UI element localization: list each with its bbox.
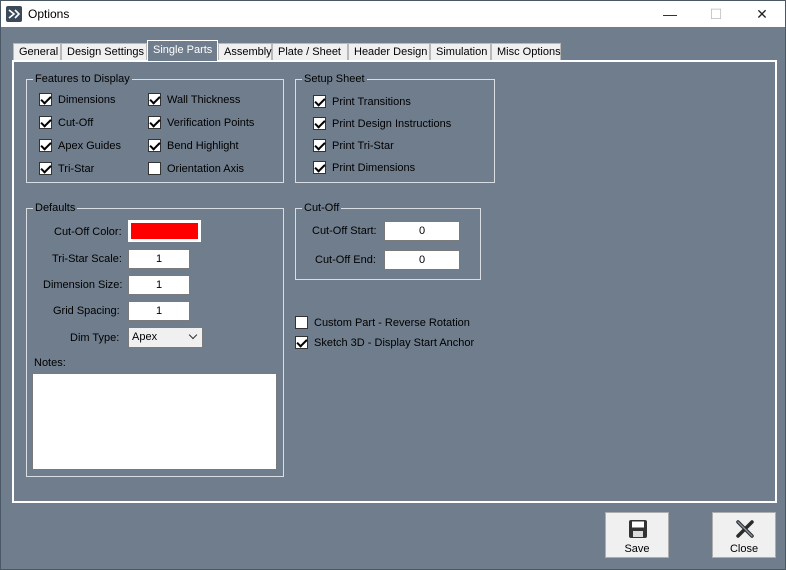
minimize-icon: — [663, 6, 677, 22]
tristar-scale-input[interactable]: 1 [128, 249, 190, 269]
close-x-icon [735, 519, 755, 539]
save-button-label: Save [624, 543, 650, 555]
checkbox-verification-points[interactable]: Verification Points [148, 115, 255, 132]
grid-spacing-input[interactable]: 1 [128, 301, 190, 321]
checkbox-print-design-instructions[interactable]: Print Design Instructions [313, 116, 452, 133]
checkbox-dimensions[interactable]: Dimensions [39, 92, 116, 109]
tab-simulation[interactable]: Simulation [430, 43, 491, 61]
checkbox-box[interactable] [313, 160, 326, 174]
checkbox-box[interactable] [295, 315, 308, 329]
cutoff-end-input[interactable]: 0 [384, 250, 460, 270]
cutoff-color-label: Cut-Off Color: [54, 226, 122, 238]
checkbox-apex-guides[interactable]: Apex Guides [39, 138, 121, 155]
checkbox-label: Custom Part - Reverse Rotation [314, 317, 470, 329]
close-window-button[interactable]: ✕ [739, 1, 785, 27]
tab-plate-sheet[interactable]: Plate / Sheet [272, 43, 348, 61]
checkbox-tri-star[interactable]: Tri-Star [39, 161, 95, 178]
tab-general[interactable]: General [13, 43, 61, 61]
options-window: Options — ☐ ✕ General Design Settings Si… [0, 0, 786, 570]
checkbox-label: Apex Guides [58, 140, 121, 152]
checkbox-box[interactable] [39, 161, 52, 175]
checkbox-box[interactable] [39, 92, 52, 106]
cutoff-color-picker[interactable] [128, 220, 201, 242]
cutoff-color-swatch[interactable] [131, 223, 198, 239]
chevron-down-icon [188, 330, 198, 340]
checkbox-label: Print Tri-Star [332, 140, 394, 152]
checkbox-print-transitions[interactable]: Print Transitions [313, 94, 411, 111]
checkbox-label: Tri-Star [58, 163, 95, 175]
maximize-icon: ☐ [709, 5, 723, 22]
dimension-size-input[interactable]: 1 [128, 275, 190, 295]
checkbox-label: Sketch 3D - Display Start Anchor [314, 337, 475, 349]
checkbox-box[interactable] [148, 115, 161, 129]
checkbox-box[interactable] [148, 161, 161, 175]
checkbox-box[interactable] [313, 138, 326, 152]
checkbox-print-tri-star[interactable]: Print Tri-Star [313, 138, 394, 155]
floppy-disk-icon [628, 519, 648, 539]
checkbox-box[interactable] [148, 138, 161, 152]
checkbox-label: Verification Points [167, 117, 255, 129]
dim-type-label: Dim Type: [70, 332, 120, 344]
maximize-button[interactable]: ☐ [693, 1, 739, 27]
close-button-label: Close [729, 543, 759, 555]
tab-single-parts[interactable]: Single Parts [147, 40, 218, 61]
checkbox-label: Bend Highlight [167, 140, 239, 152]
checkbox-label: Print Design Instructions [332, 118, 452, 130]
dimension-size-label: Dimension Size: [43, 279, 123, 291]
features-group-title: Features to Display [33, 73, 132, 86]
save-button[interactable]: Save [605, 512, 669, 558]
checkbox-sketch-3d-display-start-anchor[interactable]: Sketch 3D - Display Start Anchor [295, 335, 475, 352]
cutoff-start-input[interactable]: 0 [384, 221, 460, 241]
checkbox-custom-part-reverse-rotation[interactable]: Custom Part - Reverse Rotation [295, 315, 470, 332]
tab-header-design[interactable]: Header Design [348, 43, 430, 61]
checkbox-label: Print Dimensions [332, 162, 416, 174]
checkbox-box[interactable] [313, 116, 326, 130]
notes-label: Notes: [34, 357, 66, 369]
close-icon: ✕ [756, 5, 768, 22]
app-logo-icon [6, 6, 22, 22]
minimize-button[interactable]: — [647, 1, 693, 27]
tab-design-settings[interactable]: Design Settings [61, 43, 147, 61]
checkbox-box[interactable] [148, 92, 161, 106]
checkbox-label: Cut-Off [58, 117, 94, 129]
checkbox-label: Dimensions [58, 94, 116, 106]
checkbox-orientation-axis[interactable]: Orientation Axis [148, 161, 245, 178]
checkbox-cut-off[interactable]: Cut-Off [39, 115, 94, 132]
cutoff-start-label: Cut-Off Start: [312, 225, 377, 237]
checkbox-box[interactable] [39, 138, 52, 152]
tristar-scale-label: Tri-Star Scale: [52, 253, 122, 265]
cutoff-group-title: Cut-Off [302, 202, 342, 215]
dim-type-value: Apex [132, 331, 158, 343]
checkbox-label: Orientation Axis [167, 163, 245, 175]
defaults-group-title: Defaults [33, 202, 78, 215]
checkbox-wall-thickness[interactable]: Wall Thickness [148, 92, 241, 109]
checkbox-label: Print Transitions [332, 96, 411, 108]
dim-type-select[interactable]: Apex [128, 327, 203, 348]
checkbox-box[interactable] [313, 94, 326, 108]
checkbox-label: Wall Thickness [167, 94, 241, 106]
setup-sheet-group-title: Setup Sheet [302, 73, 367, 86]
title-bar: Options — ☐ ✕ [1, 1, 785, 27]
window-title: Options [28, 7, 70, 21]
checkbox-print-dimensions[interactable]: Print Dimensions [313, 160, 416, 177]
checkbox-box[interactable] [295, 335, 308, 349]
grid-spacing-label: Grid Spacing: [53, 305, 120, 317]
notes-textarea[interactable] [32, 373, 277, 470]
checkbox-bend-highlight[interactable]: Bend Highlight [148, 138, 239, 155]
tab-assembly[interactable]: Assembly [218, 43, 272, 61]
checkbox-box[interactable] [39, 115, 52, 129]
tab-misc-options[interactable]: Misc Options [491, 43, 561, 61]
close-button[interactable]: Close [712, 512, 776, 558]
cutoff-end-label: Cut-Off End: [315, 254, 376, 266]
